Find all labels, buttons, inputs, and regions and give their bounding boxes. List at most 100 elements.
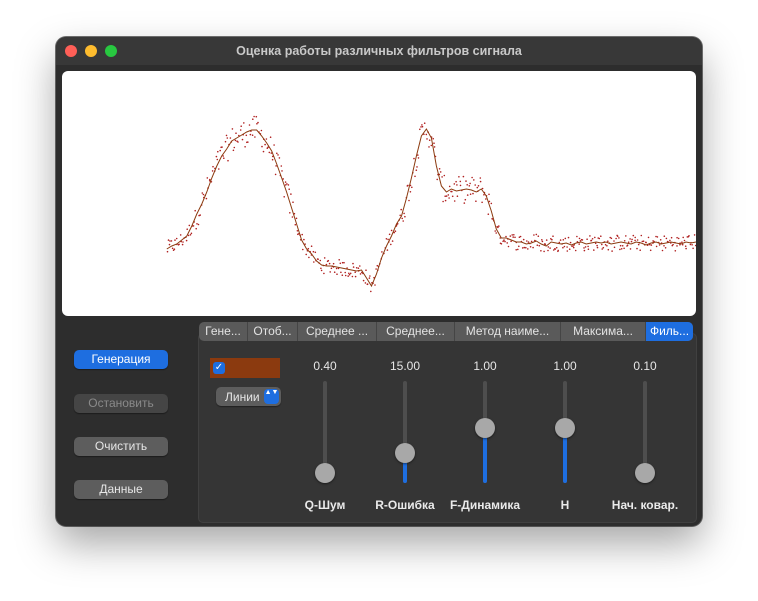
noise-point: [370, 290, 372, 293]
slider-value: 1.00: [553, 359, 577, 373]
noise-point: [294, 223, 297, 226]
noise-point: [485, 198, 487, 200]
noise-point: [209, 178, 211, 181]
show-filter-checkbox[interactable]: ✓: [213, 362, 225, 374]
noise-point: [329, 271, 332, 273]
noise-point: [479, 180, 482, 183]
noise-point: [607, 240, 609, 242]
noise-point: [366, 283, 369, 285]
noise-point: [526, 240, 528, 242]
stop-button[interactable]: Остановить: [74, 394, 168, 413]
noise-point: [369, 275, 371, 277]
noise-point: [443, 174, 446, 177]
noise-point: [594, 242, 597, 245]
noise-point: [278, 157, 281, 159]
noise-point: [691, 244, 693, 246]
noise-point: [535, 233, 538, 236]
noise-point: [314, 251, 317, 254]
tab-generation[interactable]: Гене...: [199, 322, 248, 341]
tab-moving-average[interactable]: Среднее ...: [298, 322, 377, 341]
noise-point: [320, 267, 322, 270]
slider-knob[interactable]: [475, 417, 495, 438]
noise-point: [522, 238, 525, 241]
noise-point: [479, 177, 482, 179]
noise-point: [681, 243, 684, 246]
noise-point: [268, 151, 271, 154]
noise-point: [257, 121, 259, 124]
tab-display[interactable]: Отоб...: [248, 322, 298, 341]
noise-point: [593, 249, 595, 251]
filtered-signal-line: [166, 128, 696, 288]
tab-maximum[interactable]: Максима...: [561, 322, 646, 341]
noise-point: [352, 262, 354, 265]
noise-point: [249, 133, 252, 136]
noise-point: [292, 201, 294, 203]
slider-knob[interactable]: [635, 463, 655, 483]
noise-point: [256, 123, 258, 125]
noise-point: [554, 248, 556, 250]
noise-point: [488, 193, 490, 196]
noise-point: [689, 243, 692, 246]
noise-point: [231, 128, 234, 130]
noise-point: [420, 126, 422, 128]
noise-point: [630, 240, 633, 243]
noise-point: [234, 139, 237, 142]
noise-point: [192, 225, 195, 227]
slider-knob[interactable]: [315, 463, 335, 483]
noise-point: [374, 284, 376, 286]
noise-point: [647, 236, 650, 239]
noise-point: [566, 250, 569, 252]
noise-point: [403, 212, 405, 215]
noise-point: [594, 236, 596, 239]
noise-point: [400, 208, 403, 211]
noise-point: [469, 193, 472, 195]
tab-least-squares[interactable]: Метод наиме...: [455, 322, 561, 341]
noise-point: [166, 250, 169, 253]
noise-point: [421, 125, 424, 128]
noise-point: [596, 246, 599, 249]
noise-point: [323, 257, 326, 259]
slider-knob[interactable]: [555, 417, 575, 438]
noise-point: [308, 256, 310, 259]
noise-point: [579, 240, 582, 242]
noise-point: [663, 245, 665, 247]
noise-point: [645, 241, 647, 244]
noise-point: [606, 245, 608, 247]
line-style-select-value: Линии: [225, 390, 260, 404]
noise-point: [288, 188, 290, 190]
noise-point: [181, 243, 184, 246]
tab-average[interactable]: Среднее...: [377, 322, 455, 341]
noise-point: [576, 235, 578, 238]
noise-point: [444, 195, 447, 197]
generate-button[interactable]: Генерация: [74, 350, 168, 369]
noise-point: [559, 239, 562, 241]
noise-point: [464, 198, 467, 201]
slider-value: 0.40: [313, 359, 337, 373]
data-button[interactable]: Данные: [74, 480, 168, 499]
noise-point: [490, 202, 493, 205]
tab-filter[interactable]: Филь...: [646, 322, 693, 341]
noise-point: [419, 128, 421, 131]
noise-point: [284, 181, 287, 183]
noise-point: [332, 262, 335, 265]
noise-point: [620, 248, 623, 250]
noise-point: [631, 238, 633, 241]
noise-point: [541, 239, 543, 241]
noise-point: [547, 246, 550, 248]
noise-point: [632, 234, 635, 237]
noise-point: [186, 228, 188, 230]
line-style-select[interactable]: Линии ▲▼: [216, 387, 281, 406]
noise-point: [567, 236, 570, 239]
noise-point: [357, 267, 360, 269]
slider-track[interactable]: [403, 381, 407, 483]
slider-knob[interactable]: [395, 442, 415, 463]
clear-button[interactable]: Очистить: [74, 437, 168, 456]
noise-point: [237, 141, 239, 143]
noise-point: [408, 199, 410, 202]
noise-point: [286, 183, 288, 185]
noise-point: [598, 237, 601, 240]
noise-point: [391, 240, 394, 242]
noise-point: [215, 155, 218, 158]
noise-point: [616, 235, 619, 237]
noise-point: [317, 258, 319, 260]
